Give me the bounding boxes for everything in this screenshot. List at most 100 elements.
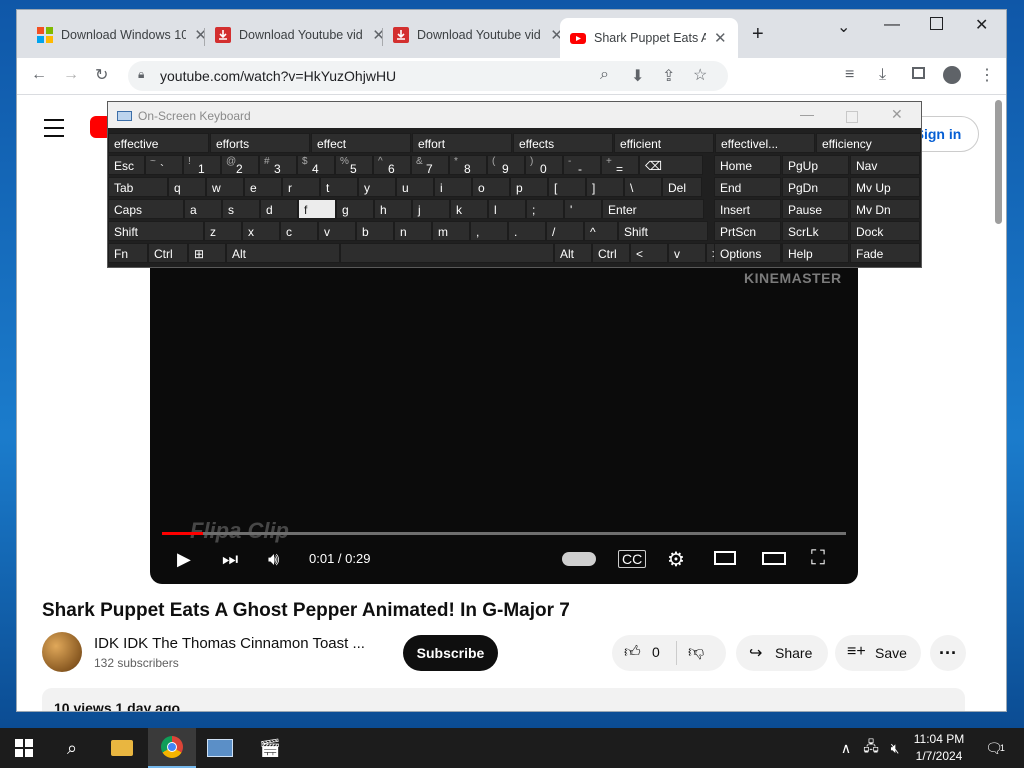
key-char[interactable]: o — [472, 177, 510, 197]
word-prediction[interactable]: efficient — [614, 133, 714, 153]
key-char[interactable]: m — [432, 221, 470, 241]
key-char[interactable]: c — [280, 221, 318, 241]
key-mod[interactable]: Ctrl — [592, 243, 630, 263]
key-char[interactable]: u — [396, 177, 434, 197]
osk-key[interactable]: (9 — [487, 155, 525, 176]
maximize-icon[interactable] — [846, 111, 858, 123]
key-char[interactable]: g — [336, 199, 374, 219]
new-tab-button[interactable]: + — [752, 23, 764, 46]
key-mod[interactable]: ⊞ — [188, 243, 226, 263]
key-char[interactable]: q — [168, 177, 206, 197]
key-enter[interactable]: Enter — [602, 199, 704, 219]
key-mod[interactable]: v — [668, 243, 706, 263]
key-char[interactable]: ; — [526, 199, 564, 219]
key-char[interactable]: v — [318, 221, 356, 241]
osk-key[interactable]: ! 1 — [183, 155, 221, 176]
osk-app-icon[interactable] — [196, 728, 244, 768]
key-char[interactable]: a — [184, 199, 222, 219]
description-box[interactable]: 10 views 1 day ago — [42, 688, 965, 711]
word-prediction[interactable]: effect — [311, 133, 411, 153]
osk-key[interactable]: * 8 — [449, 155, 487, 176]
address-bar[interactable]: 🔒︎ youtube.com/watch?v=HkYuzOhjwHU ⌕ ⬇︎ … — [128, 61, 728, 91]
close-window-icon[interactable]: ✕ — [975, 15, 988, 35]
key-shift[interactable]: Shift — [108, 221, 204, 241]
key-char[interactable]: / — [546, 221, 584, 241]
key-char[interactable]: s — [222, 199, 260, 219]
key-char[interactable]: Del — [662, 177, 702, 197]
like-icon[interactable]: 👍︎ — [624, 643, 641, 662]
close-tab-icon[interactable]: ✕ — [372, 26, 385, 44]
key-char[interactable]: j — [412, 199, 450, 219]
osk-key[interactable]: % 5 — [335, 155, 373, 176]
key-char[interactable]: i — [434, 177, 472, 197]
key-char[interactable]: , — [470, 221, 508, 241]
key-nav[interactable]: Fade — [850, 243, 920, 263]
more-actions-button[interactable]: ··· — [930, 635, 966, 671]
taskbar-clock[interactable]: 11:04 PM 1/7/2024 — [905, 732, 973, 763]
back-icon[interactable]: ← — [31, 66, 47, 84]
autoplay-toggle[interactable] — [562, 552, 596, 566]
key-nav[interactable]: PgDn — [782, 177, 849, 197]
key-nav[interactable]: Help — [782, 243, 849, 263]
channel-avatar[interactable] — [42, 632, 82, 672]
key-char[interactable]: n — [394, 221, 432, 241]
key-char[interactable]: b — [356, 221, 394, 241]
key-char[interactable]: l — [488, 199, 526, 219]
osk-key[interactable]: @2 — [221, 155, 259, 176]
hamburger-menu-icon[interactable] — [44, 119, 64, 137]
tab-shark-puppet[interactable]: Shark Puppet Eats A Ghost Pepper ✕ — [560, 18, 738, 58]
key-char[interactable]: p — [510, 177, 548, 197]
word-prediction[interactable]: effectivel... — [715, 133, 815, 153]
key-space[interactable] — [340, 243, 554, 263]
theater-mode-icon[interactable] — [762, 552, 786, 565]
key-nav[interactable]: Options — [714, 243, 781, 263]
osk-key[interactable]: ^ 6 — [373, 155, 411, 176]
key-mod[interactable]: Alt — [226, 243, 340, 263]
key-nav[interactable]: Mv Dn — [850, 199, 920, 219]
key-char[interactable]: . — [508, 221, 546, 241]
osk-key[interactable]: + = — [601, 155, 639, 176]
clapperboard-icon[interactable]: 🎬︎ — [246, 728, 294, 768]
close-tab-icon[interactable]: ✕ — [194, 26, 207, 44]
tray-chevron-up-icon[interactable]: ∧ — [833, 728, 859, 768]
key-nav[interactable]: Mv Up — [850, 177, 920, 197]
tab-download-youtube-1[interactable]: Download Youtube vid ✕ — [215, 18, 385, 52]
key-nav[interactable]: Nav — [850, 155, 920, 175]
subscribe-button[interactable]: Subscribe — [403, 635, 498, 671]
reload-icon[interactable]: ↻ — [95, 65, 108, 85]
osk-key[interactable]: ) 0 — [525, 155, 563, 176]
channel-name[interactable]: IDK IDK The Thomas Cinnamon Toast ... — [94, 635, 365, 652]
key-char[interactable]: ' — [564, 199, 602, 219]
tab-download-windows[interactable]: Download Windows 10 ✕ — [37, 18, 207, 52]
search-icon[interactable]: ⌕ — [600, 66, 609, 84]
file-explorer-icon[interactable] — [98, 728, 146, 768]
word-prediction[interactable]: effects — [513, 133, 613, 153]
osk-key[interactable]: & 7 — [411, 155, 449, 176]
key-mod[interactable]: Ctrl — [148, 243, 188, 263]
key-char[interactable]: y — [358, 177, 396, 197]
bookmark-star-icon[interactable]: ☆ — [693, 65, 707, 85]
key-caps[interactable]: Caps — [108, 199, 184, 219]
word-prediction[interactable]: efforts — [210, 133, 310, 153]
profile-icon[interactable] — [943, 66, 961, 84]
minimize-icon[interactable]: — — [884, 16, 900, 34]
side-panel-icon[interactable] — [912, 67, 925, 79]
key-char[interactable]: z — [204, 221, 242, 241]
start-button[interactable] — [0, 728, 48, 768]
key-char[interactable]: d — [260, 199, 298, 219]
key-char[interactable]: [ — [548, 177, 586, 197]
close-icon[interactable]: ✕ — [891, 106, 903, 123]
share-button[interactable]: ↪ Share — [736, 635, 828, 671]
key-mod[interactable]: Alt — [554, 243, 592, 263]
key-char[interactable]: f — [298, 199, 336, 219]
settings-gear-icon[interactable]: ⚙︎ — [667, 547, 685, 572]
key-tab[interactable]: Tab — [108, 177, 168, 197]
fullscreen-icon[interactable]: ⛶ — [811, 547, 825, 570]
play-icon[interactable]: ▶ — [177, 549, 191, 570]
menu-dots-icon[interactable]: ⋮ — [979, 65, 995, 85]
osk-key[interactable]: $4 — [297, 155, 335, 176]
osk-key[interactable]: -- — [563, 155, 601, 176]
key-nav[interactable]: PgUp — [782, 155, 849, 175]
osk-key[interactable]: #3 — [259, 155, 297, 176]
media-control-icon[interactable]: ≡ — [845, 66, 854, 84]
